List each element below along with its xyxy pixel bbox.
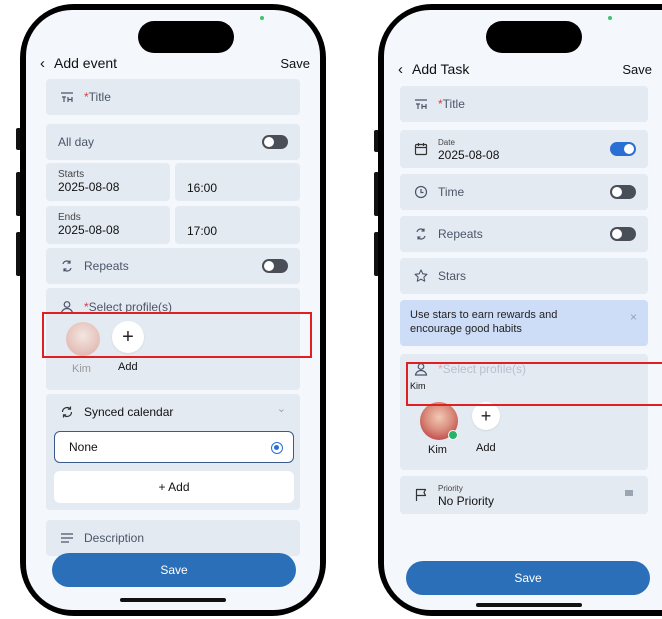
priority-value: No Priority (438, 494, 495, 508)
right-phone: ‹ Add Task Save *Title Date 2025-08-08 T… (378, 4, 662, 616)
star-icon (412, 267, 430, 285)
highlight-box (406, 362, 662, 406)
repeats-label: Repeats (84, 259, 129, 273)
priority-flag-icon[interactable] (624, 488, 634, 506)
date-toggle[interactable] (610, 142, 636, 156)
all-day-toggle[interactable] (262, 135, 288, 149)
time-toggle[interactable] (610, 185, 636, 199)
save-link[interactable]: Save (622, 62, 652, 77)
home-indicator (476, 603, 582, 607)
close-icon[interactable]: × (630, 310, 637, 324)
radio-selected-icon (271, 442, 283, 454)
save-button-label: Save (160, 563, 188, 577)
description-field[interactable]: Description (46, 520, 300, 556)
back-icon[interactable]: ‹ (40, 55, 45, 72)
date-value: 2025-08-08 (438, 148, 500, 162)
add-label: Add (118, 361, 138, 373)
calendar-option-label: None (69, 440, 98, 454)
add-calendar-label: + Add (158, 480, 190, 494)
repeat-icon (58, 257, 76, 275)
save-button-label: Save (514, 571, 542, 585)
tip-text: Use stars to earn rewards and encourage … (410, 309, 558, 335)
all-day-row: All day (46, 124, 300, 160)
heading-icon (58, 88, 76, 106)
add-label: Add (476, 442, 496, 454)
heading-icon (412, 95, 430, 113)
clock-icon (412, 183, 430, 201)
save-button[interactable]: Save (52, 553, 296, 587)
ends-date-field[interactable]: Ends 2025-08-08 (46, 206, 170, 244)
description-label: Description (84, 531, 145, 545)
calendar-option-none[interactable]: None (54, 431, 294, 463)
check-icon (448, 430, 458, 440)
calendar-icon (412, 140, 430, 158)
stars-tip-banner: Use stars to earn rewards and encourage … (400, 300, 648, 346)
title-field[interactable]: *Title (400, 86, 648, 122)
starts-time-field[interactable]: 16:00 (175, 163, 300, 201)
repeats-toggle[interactable] (262, 259, 288, 273)
chevron-down-icon[interactable]: ⌄ (277, 402, 286, 415)
synced-calendar-label: Synced calendar (84, 405, 174, 419)
page-title: Add event (54, 55, 118, 71)
stars-label: Stars (438, 269, 467, 283)
title-label: Title (88, 90, 111, 104)
add-calendar-button[interactable]: + Add (54, 471, 294, 503)
flag-icon (412, 486, 430, 504)
dynamic-island (486, 21, 582, 53)
camera-dot (260, 16, 264, 20)
time-row: Time (400, 174, 648, 210)
save-link[interactable]: Save (280, 56, 310, 71)
right-screen: ‹ Add Task Save *Title Date 2025-08-08 T… (384, 10, 662, 610)
repeats-row: Repeats (400, 216, 648, 252)
time-label: Time (438, 185, 465, 199)
plus-icon: + (480, 405, 492, 426)
avatar-name: Kim (428, 444, 447, 456)
page-title: Add Task (412, 61, 470, 77)
back-icon[interactable]: ‹ (398, 61, 403, 78)
priority-row[interactable]: Priority No Priority (400, 476, 648, 514)
home-indicator (120, 598, 226, 602)
stars-row[interactable]: Stars (400, 258, 648, 294)
sync-icon (58, 403, 76, 421)
dynamic-island (138, 21, 234, 53)
add-profile-button[interactable]: + (472, 402, 500, 430)
starts-date: 2025-08-08 (58, 180, 120, 194)
all-day-label: All day (58, 135, 95, 149)
ends-time: 17:00 (187, 224, 218, 238)
highlight-box (42, 312, 312, 358)
right-header: ‹ Add Task Save (384, 57, 662, 81)
camera-dot (608, 16, 612, 20)
ends-date: 2025-08-08 (58, 223, 120, 237)
left-header: ‹ Add event Save (26, 51, 320, 75)
title-label: Title (442, 97, 465, 111)
title-field[interactable]: *Title (46, 79, 300, 115)
left-screen: ‹ Add event Save *Title All day Starts 2… (26, 10, 320, 610)
repeats-toggle[interactable] (610, 227, 636, 241)
repeat-icon (412, 225, 430, 243)
repeats-label: Repeats (438, 227, 483, 241)
starts-date-field[interactable]: Starts 2025-08-08 (46, 163, 170, 201)
avatar-name: Kim (72, 363, 91, 375)
date-row[interactable]: Date 2025-08-08 (400, 130, 648, 168)
save-button[interactable]: Save (406, 561, 650, 595)
ends-time-field[interactable]: 17:00 (175, 206, 300, 244)
starts-time: 16:00 (187, 181, 218, 195)
left-phone: ‹ Add event Save *Title All day Starts 2… (20, 4, 326, 616)
repeats-row: Repeats (46, 248, 300, 284)
description-icon (58, 529, 76, 547)
